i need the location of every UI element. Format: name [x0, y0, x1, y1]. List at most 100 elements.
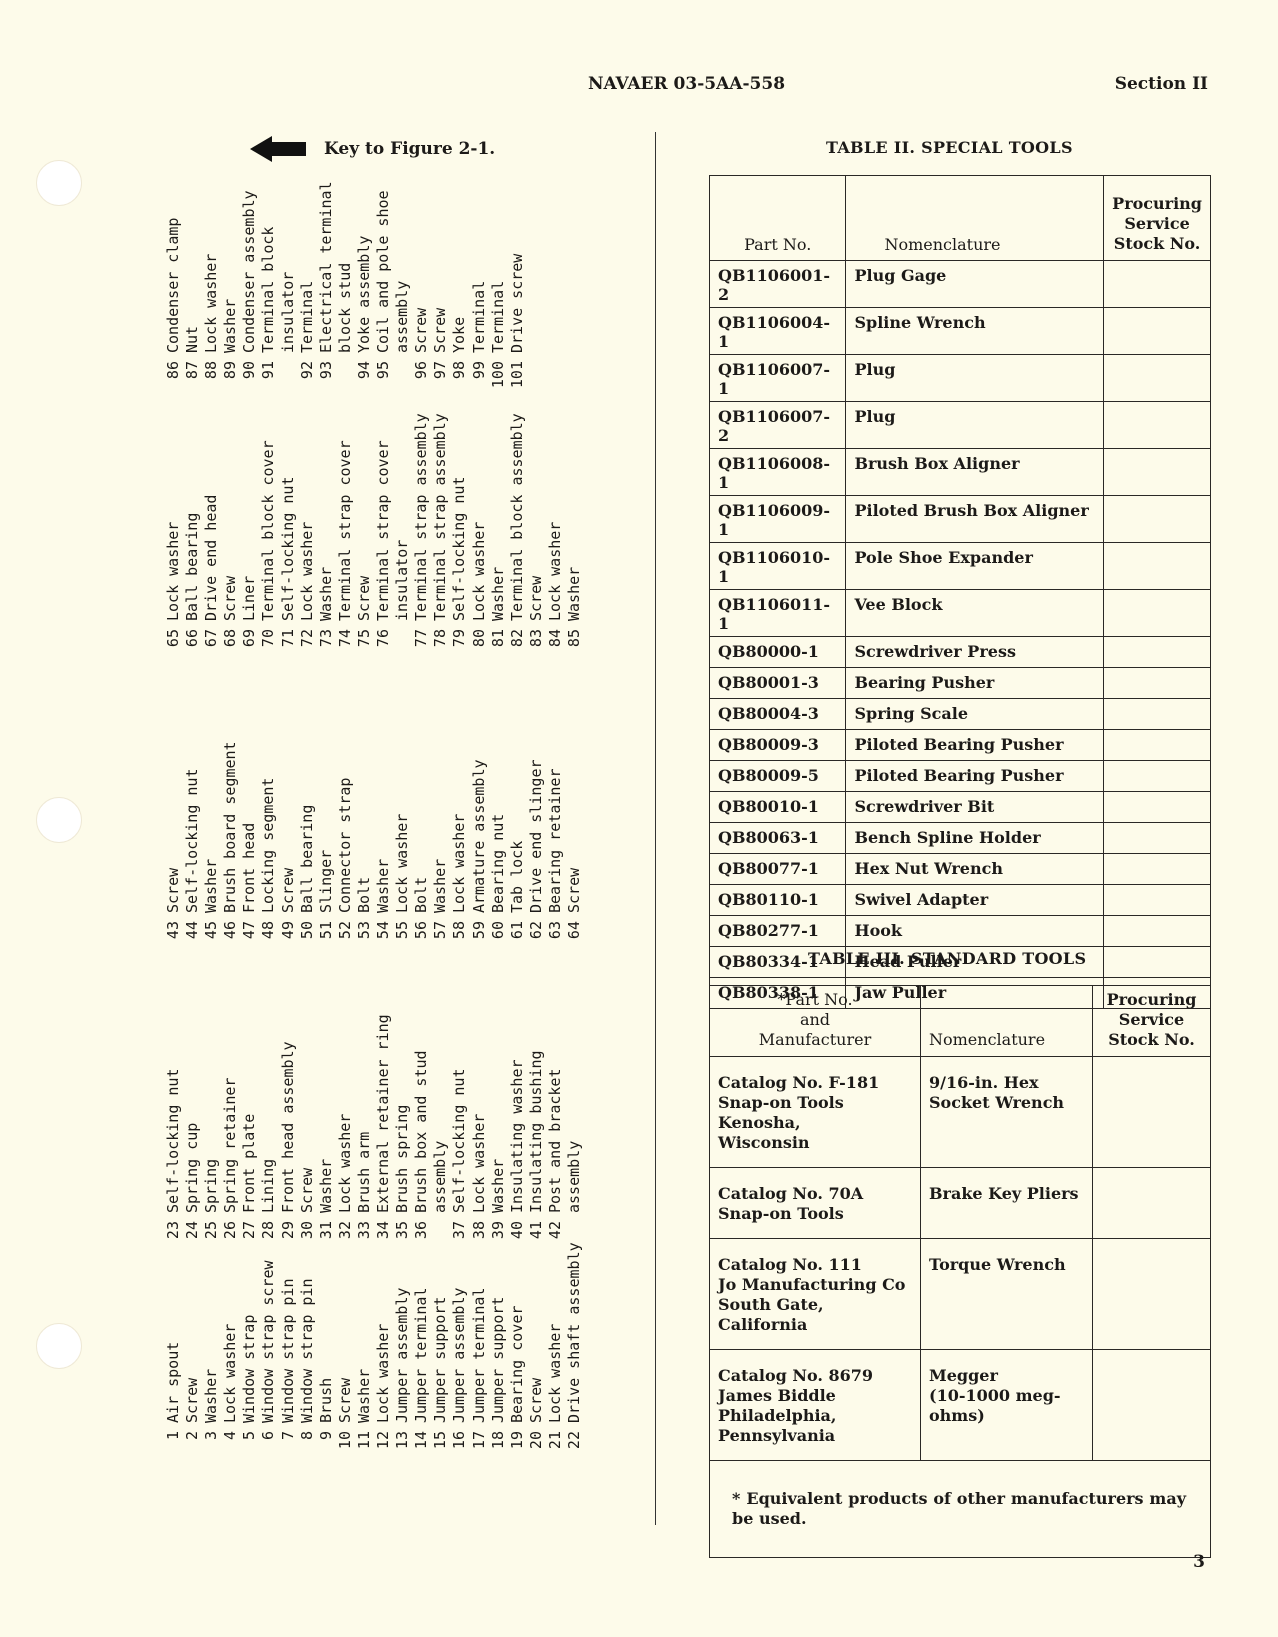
table-row: QB1106007-1 Plug — [708, 354, 1211, 402]
item-description: Screw — [183, 1377, 202, 1423]
header-line: and — [799, 1010, 831, 1029]
parts-list-item: 70 Terminal block cover — [259, 413, 278, 663]
item-description: Liner — [240, 575, 259, 621]
table-3-title: TABLE III. STANDARD TOOLS — [808, 949, 1087, 968]
part-number-cell: QB1106004-1 — [708, 307, 847, 355]
header-line: Stock No. — [1108, 1030, 1195, 1049]
item-description: assembly — [431, 1140, 450, 1213]
punch-hole — [36, 1323, 82, 1369]
stock-number-cell — [1103, 260, 1211, 308]
item-description: Brush arm — [354, 1131, 373, 1213]
item-number: 67 — [202, 629, 221, 648]
nomenclature-cell: Megger (10-1000 meg-ohms) — [920, 1349, 1093, 1461]
item-description: Armature assembly — [469, 759, 488, 913]
parts-list-item: 50 Ball bearing — [298, 741, 317, 955]
stock-number-cell — [1103, 884, 1211, 916]
parts-list-item: 56 Bolt — [412, 741, 431, 955]
item-description: Connector strap — [335, 777, 354, 913]
item-description: insulator — [393, 539, 412, 621]
parts-list-item: 41 Insulating bushing — [527, 1014, 546, 1255]
item-number: 32 — [335, 1221, 354, 1240]
item-number: 43 — [164, 921, 182, 940]
item-number — [336, 353, 355, 395]
cell-line: Kenosha, — [718, 1113, 801, 1132]
item-description: Terminal strap cover — [374, 440, 393, 621]
stock-number-cell — [1103, 636, 1211, 668]
item-description: Lock washer — [164, 521, 182, 621]
item-description: Self-locking nut — [183, 768, 202, 914]
item-number: 17 — [469, 1431, 488, 1450]
parts-list-item: 47 Front head — [240, 741, 259, 955]
parts-list-item: 25 Spring — [202, 1014, 221, 1255]
cell-line: Snap-on Tools — [718, 1204, 844, 1223]
table-row: QB1106009-1 Piloted Brush Box Aligner — [708, 495, 1211, 543]
parts-list-item: 10 Screw — [336, 1242, 355, 1465]
nomenclature-cell: Bearing Pusher — [845, 667, 1105, 699]
item-description: Washer — [488, 1158, 507, 1213]
item-description: Terminal — [488, 280, 507, 353]
parts-list-group-4: 65 Lock washer 66 Ball bearing 67 Drive end h… — [164, 413, 584, 663]
item-number: 24 — [183, 1221, 202, 1240]
stock-number-cell — [1103, 589, 1211, 637]
item-description: Spring retainer — [221, 1077, 240, 1213]
header-stock-no: Procuring Service Stock No. — [1092, 985, 1211, 1057]
table-row: Catalog No. 111 Jo Manufacturing Co South … — [709, 1238, 1211, 1350]
item-number: 22 — [564, 1431, 583, 1450]
item-description: Lock washer — [469, 1113, 488, 1213]
item-number: 68 — [221, 629, 240, 648]
cell-line: Catalog No. 70A — [718, 1184, 864, 1203]
parts-list-item: 22 Drive shaft assembly — [565, 1242, 584, 1465]
item-description: Lock washer — [545, 1323, 564, 1423]
parts-list-item: assembly — [431, 1014, 450, 1255]
parts-list-item: 67 Drive end head — [202, 413, 221, 663]
parts-list-item: 58 Lock washer — [450, 741, 469, 955]
stock-number-cell — [1103, 729, 1211, 761]
cell-line: (10-1000 meg- — [929, 1386, 1061, 1405]
cell-line: Torque Wrench — [929, 1255, 1066, 1274]
item-number: 51 — [316, 921, 335, 940]
part-number-cell: QB1106011-1 — [708, 589, 847, 637]
parts-list-item: 32 Lock washer — [336, 1014, 355, 1255]
parts-list-item: 55 Lock washer — [393, 741, 412, 955]
item-description: Front head assembly — [278, 1041, 297, 1213]
cell-line: Catalog No. F-181 — [718, 1073, 880, 1092]
parts-list-item: 21 Lock washer — [546, 1242, 565, 1465]
item-description: Washer — [221, 298, 240, 353]
parts-list-item: 45 Washer — [202, 741, 221, 955]
item-number: 36 — [412, 1221, 431, 1240]
item-description: Post and bracket — [545, 1068, 564, 1214]
item-number: 13 — [393, 1431, 412, 1450]
item-description: Washer — [431, 858, 450, 913]
item-number: 85 — [564, 629, 583, 648]
document-number: NAVAER 03-5AA-558 — [588, 74, 786, 94]
item-description: Terminal strap cover — [335, 440, 354, 621]
parts-list-item: 65 Lock washer — [164, 413, 183, 663]
item-description: Condenser assembly — [240, 190, 259, 353]
item-description: Yoke assembly — [354, 235, 373, 353]
item-description: Insulating bushing — [526, 1050, 545, 1213]
item-description: Locking segment — [259, 777, 278, 913]
part-number-cell: QB80077-1 — [708, 853, 847, 885]
item-number: 7 — [278, 1431, 297, 1441]
parts-list-item: 15 Jumper support — [431, 1242, 450, 1465]
item-description: Window strap screw — [259, 1260, 278, 1423]
nomenclature-cell: Screwdriver Press — [845, 636, 1105, 668]
item-number: 21 — [545, 1431, 564, 1450]
parts-list-item: 64 Screw — [565, 741, 584, 955]
table-row: QB80000-1 Screwdriver Press — [708, 636, 1211, 668]
parts-list-item: 37 Self-locking nut — [450, 1014, 469, 1255]
parts-list-item: 30 Screw — [298, 1014, 317, 1255]
item-number: 25 — [202, 1221, 221, 1240]
item-description: Screw — [164, 867, 182, 913]
parts-list-item: 53 Bolt — [355, 741, 374, 955]
item-number: 101 — [507, 361, 526, 389]
key-heading: Key to Figure 2-1. — [250, 136, 495, 162]
parts-list-item: insulator — [393, 413, 412, 663]
parts-list-item: 62 Drive end slinger — [527, 741, 546, 955]
item-number: 54 — [374, 921, 393, 940]
cell-line: Megger — [929, 1366, 998, 1385]
item-description: Slinger — [316, 849, 335, 913]
item-description: assembly — [393, 280, 412, 353]
arrow-left-icon — [250, 136, 308, 162]
parts-list-item: 13 Jumper assembly — [393, 1242, 412, 1465]
